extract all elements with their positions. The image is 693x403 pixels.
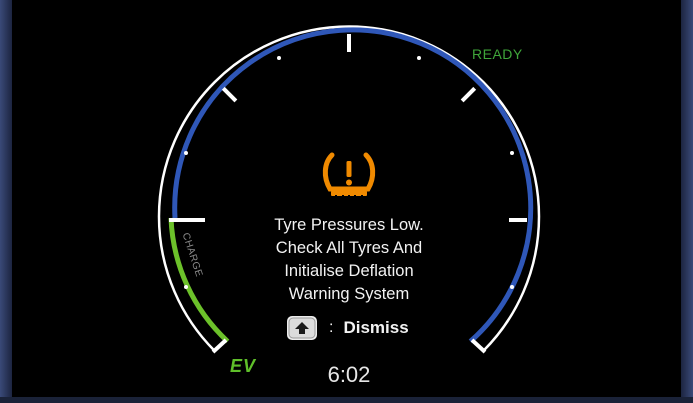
gauge-tick [211, 338, 228, 354]
gauge-tick [221, 86, 238, 103]
power-gauge [157, 25, 541, 354]
gauge-minor-tick [184, 151, 188, 155]
gauge-minor-tick [417, 56, 421, 60]
gauge-tick [470, 338, 487, 354]
clock: 6:02 [327, 362, 371, 387]
warning-message-line: Warning System [288, 285, 410, 303]
gauge-minor-tick [510, 151, 514, 155]
dismiss-action[interactable]: : Dismiss [287, 314, 409, 342]
tyre-pressure-warning-icon [322, 152, 376, 198]
gauge-tick [460, 86, 477, 103]
ready-indicator: READY [472, 46, 523, 62]
dismiss-label[interactable]: Dismiss [343, 318, 408, 338]
enter-button-icon[interactable] [287, 316, 317, 340]
warning-message-line: Tyre Pressures Low. [274, 216, 424, 234]
dismiss-separator: : [329, 319, 334, 336]
ev-mode-indicator: EV [230, 356, 257, 376]
gauge-minor-tick [184, 285, 188, 289]
warning-message-line: Initialise Deflation [284, 262, 414, 280]
gauge-minor-tick [510, 285, 514, 289]
warning-message: Tyre Pressures Low. Check All Tyres And … [239, 214, 459, 306]
gauge-minor-tick [277, 56, 281, 60]
warning-message-line: Check All Tyres And [275, 239, 423, 257]
